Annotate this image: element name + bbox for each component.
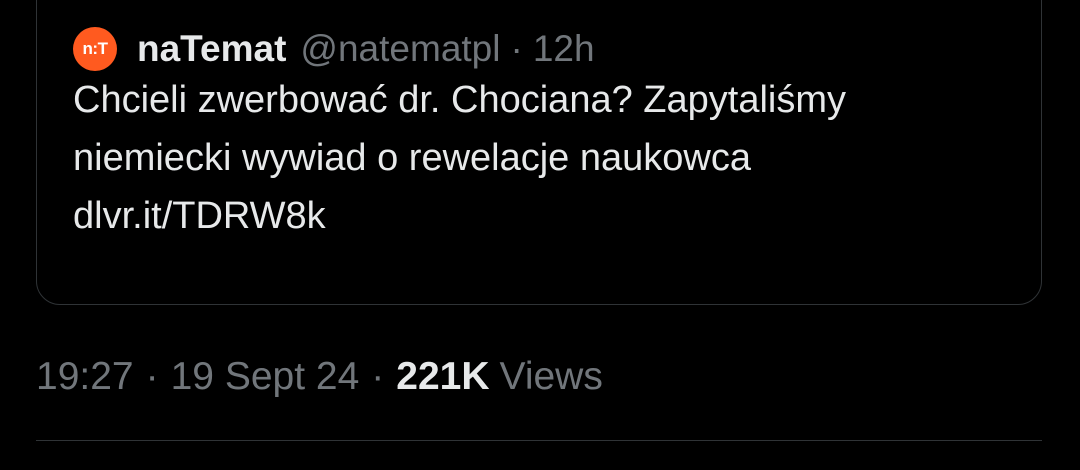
separator-dot: · [510,28,523,69]
tweet-link[interactable]: dlvr.it/TDRW8k [73,187,1033,245]
views-count[interactable]: 221K [396,355,489,399]
separator-dot: · [145,355,159,398]
tweet-text-line: Chcieli zwerbować dr. Chociana? Zapytali… [73,79,846,121]
tweet-meta-row: 19:27 · 19 Sept 24 · 221K Views [36,352,603,402]
post-time[interactable]: 19:27 [36,355,134,399]
user-handle[interactable]: @natematpl [300,28,500,70]
tweet-text-line: niemiecki wywiad o rewelacje naukowca [73,137,751,179]
quoted-tweet-card[interactable]: n:T naTemat @natematpl · 12h Chcieli zwe… [36,0,1042,305]
avatar-logo-text: n:T [82,39,108,58]
divider [36,440,1042,441]
post-date[interactable]: 19 Sept 24 [171,355,360,399]
separator-dot: · [371,355,385,398]
relative-timestamp[interactable]: 12h [533,28,595,70]
quoted-tweet-header: n:T naTemat @natematpl · 12h [73,27,595,71]
avatar[interactable]: n:T [73,27,117,71]
quoted-tweet-text: Chcieli zwerbować dr. Chociana? Zapytali… [73,71,1033,245]
display-name[interactable]: naTemat [137,28,286,70]
views-label[interactable]: Views [500,355,603,399]
